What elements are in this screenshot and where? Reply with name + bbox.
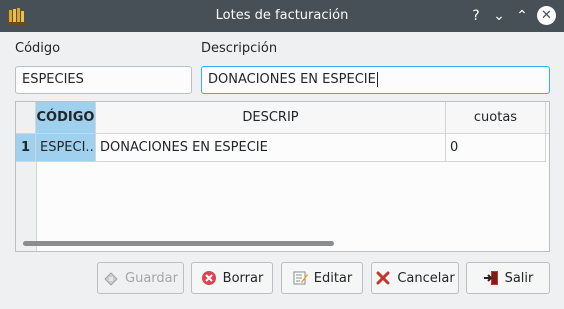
table-cell-cuotas[interactable]: 0 xyxy=(446,134,546,162)
maximize-button[interactable]: ⌃ xyxy=(512,6,532,26)
editar-button[interactable]: Editar xyxy=(281,262,363,294)
column-header-descrip[interactable]: DESCRIP xyxy=(96,102,446,134)
exit-icon xyxy=(483,271,498,285)
title-bar[interactable]: Lotes de facturación ? ⌄ ⌃ ✕ xyxy=(0,0,564,32)
table-cell-codigo[interactable]: ESPECI... xyxy=(36,134,96,162)
codigo-field[interactable]: ESPECIES xyxy=(15,66,192,94)
descripcion-value: DONACIONES EN ESPECIE xyxy=(208,72,376,87)
salir-button[interactable]: Salir xyxy=(466,262,550,294)
salir-label: Salir xyxy=(504,270,534,286)
minimize-button[interactable]: ⌄ xyxy=(489,6,509,26)
column-header-cuotas[interactable]: cuotas xyxy=(446,102,546,134)
borrar-button[interactable]: Borrar xyxy=(191,262,273,294)
row-header[interactable]: 1 xyxy=(16,134,36,162)
horizontal-scrollbar[interactable] xyxy=(23,241,334,246)
close-button[interactable]: ✕ xyxy=(537,6,556,25)
column-header-codigo[interactable]: CÓDIGO xyxy=(36,102,96,134)
data-table[interactable]: CÓDIGO DESCRIP cuotas 1 ESPECI... DONACI… xyxy=(15,101,550,252)
codigo-label: Código xyxy=(15,41,61,56)
delete-icon xyxy=(201,271,216,285)
table-cell-descrip[interactable]: DONACIONES EN ESPECIE xyxy=(96,134,446,162)
edit-icon xyxy=(293,271,308,285)
codigo-value: ESPECIES xyxy=(22,72,84,87)
help-button[interactable]: ? xyxy=(466,6,486,26)
save-icon xyxy=(104,272,118,286)
text-caret xyxy=(376,72,378,87)
cancelar-button[interactable]: Cancelar xyxy=(371,262,459,294)
guardar-button: Guardar xyxy=(97,262,184,294)
descripcion-label: Descripción xyxy=(201,41,278,56)
table-corner[interactable] xyxy=(16,102,36,134)
descripcion-field[interactable]: DONACIONES EN ESPECIE xyxy=(201,66,550,94)
borrar-label: Borrar xyxy=(222,270,264,286)
guardar-label: Guardar xyxy=(125,270,178,286)
editar-label: Editar xyxy=(313,270,353,286)
cancelar-label: Cancelar xyxy=(397,270,455,286)
column-header-filler xyxy=(546,102,549,134)
row-header-area xyxy=(16,162,37,251)
cancel-icon xyxy=(376,271,390,285)
